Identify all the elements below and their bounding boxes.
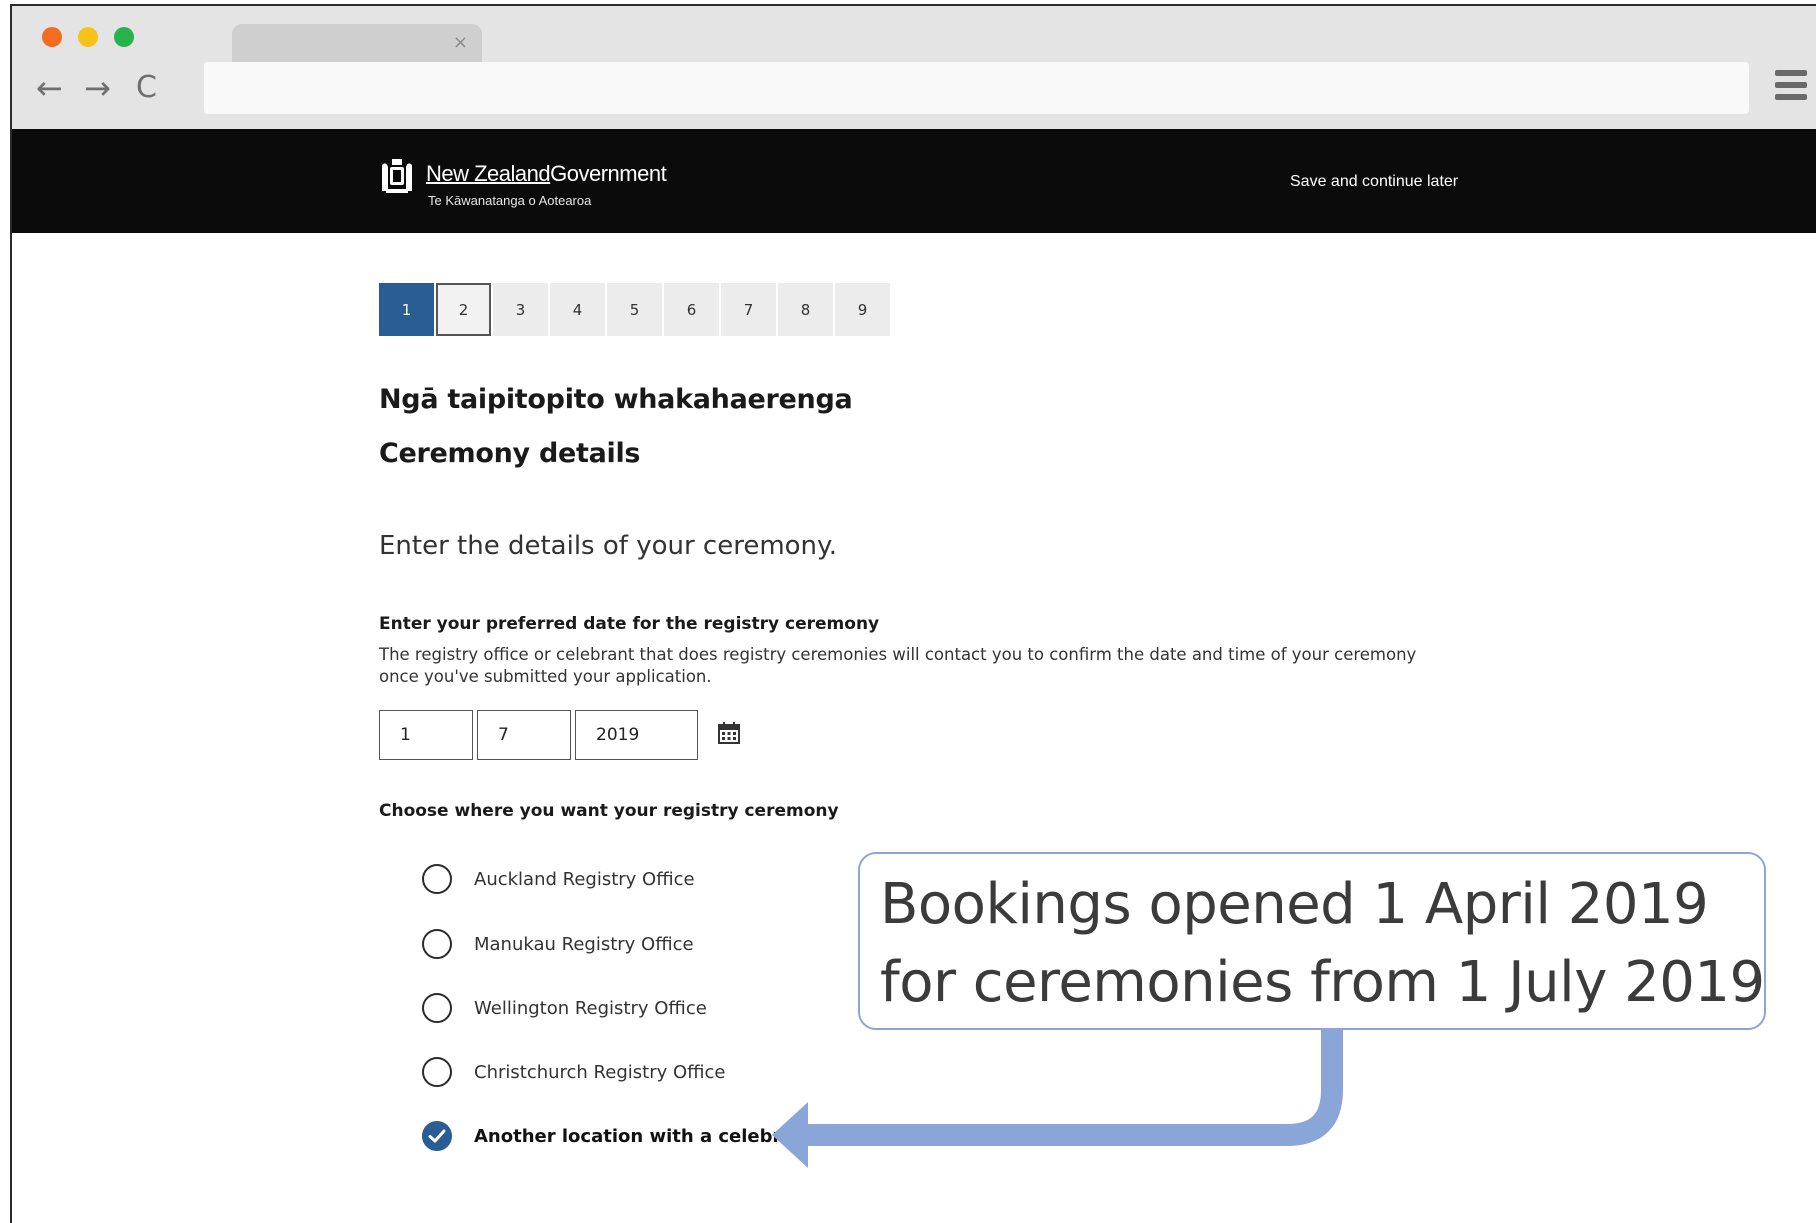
date-hint-line-2: once you've submitted your application. xyxy=(379,667,712,686)
step-6[interactable]: 6 xyxy=(664,283,719,336)
maximize-window-dot[interactable] xyxy=(114,27,134,47)
radio-button[interactable] xyxy=(422,993,452,1023)
step-7[interactable]: 7 xyxy=(721,283,776,336)
radio-button[interactable] xyxy=(422,1057,452,1087)
step-indicator: 1 2 3 4 5 6 7 8 9 xyxy=(379,283,890,336)
reload-icon[interactable]: C xyxy=(136,68,157,108)
calendar-icon[interactable] xyxy=(717,721,741,745)
callout-line-2: for ceremonies from 1 July 2019 xyxy=(880,950,1765,1015)
radio-option-auckland[interactable]: Auckland Registry Office xyxy=(422,864,695,894)
browser-chrome: × ← → C xyxy=(12,6,1816,129)
coat-of-arms-icon xyxy=(382,159,412,193)
step-5[interactable]: 5 xyxy=(607,283,662,336)
step-4[interactable]: 4 xyxy=(550,283,605,336)
browser-tab[interactable]: × xyxy=(232,24,482,64)
radio-option-christchurch[interactable]: Christchurch Registry Office xyxy=(422,1057,726,1087)
radio-label: Manukau Registry Office xyxy=(474,933,694,955)
radio-label: Christchurch Registry Office xyxy=(474,1061,726,1083)
address-bar[interactable] xyxy=(204,62,1749,114)
step-2[interactable]: 2 xyxy=(436,283,491,336)
radio-button[interactable] xyxy=(422,929,452,959)
radio-button-checked[interactable] xyxy=(422,1121,452,1151)
date-hint-line-1: The registry office or celebrant that do… xyxy=(379,645,1417,664)
step-9[interactable]: 9 xyxy=(835,283,890,336)
gov-name-part1: New Zealand xyxy=(426,161,551,186)
back-arrow-icon[interactable]: ← xyxy=(36,68,63,108)
browser-window: × ← → C New ZealandGovernment Te Kāwanat… xyxy=(10,4,1816,1223)
step-1[interactable]: 1 xyxy=(379,283,434,336)
step-8[interactable]: 8 xyxy=(778,283,833,336)
radio-label: Auckland Registry Office xyxy=(474,868,695,890)
step-3[interactable]: 3 xyxy=(493,283,548,336)
date-field-label: Enter your preferred date for the regist… xyxy=(379,614,880,634)
close-window-dot[interactable] xyxy=(42,27,62,47)
radio-label: Wellington Registry Office xyxy=(474,997,707,1019)
radio-option-wellington[interactable]: Wellington Registry Office xyxy=(422,993,707,1023)
date-month-input[interactable] xyxy=(477,710,571,760)
radio-label: Another location with a celebrant xyxy=(474,1125,815,1147)
government-subtitle: Te Kāwanatanga o Aotearoa xyxy=(428,193,592,208)
intro-text: Enter the details of your ceremony. xyxy=(379,531,837,561)
date-field-hint: The registry office or celebrant that do… xyxy=(379,644,1489,688)
page-title: Ceremony details xyxy=(379,438,641,469)
hamburger-menu-icon[interactable] xyxy=(1775,70,1807,104)
tab-close-icon[interactable]: × xyxy=(453,32,468,53)
site-header: New ZealandGovernment Te Kāwanatanga o A… xyxy=(12,129,1816,233)
annotation-callout: Bookings opened 1 April 2019 for ceremon… xyxy=(858,852,1766,1030)
location-field-label: Choose where you want your registry cere… xyxy=(379,801,839,821)
save-and-continue-link[interactable]: Save and continue later xyxy=(1290,173,1458,191)
radio-option-manukau[interactable]: Manukau Registry Office xyxy=(422,929,694,959)
date-day-input[interactable] xyxy=(379,710,473,760)
checkmark-icon xyxy=(428,1129,445,1142)
government-name[interactable]: New ZealandGovernment xyxy=(426,161,667,187)
callout-line-1: Bookings opened 1 April 2019 xyxy=(880,872,1709,937)
page-title-maori: Ngā taipitopito whakahaerenga xyxy=(379,384,853,415)
minimize-window-dot[interactable] xyxy=(78,27,98,47)
date-year-input[interactable] xyxy=(575,710,698,760)
forward-arrow-icon[interactable]: → xyxy=(84,68,111,108)
gov-name-part2: Government xyxy=(550,161,667,186)
radio-button[interactable] xyxy=(422,864,452,894)
radio-option-celebrant[interactable]: Another location with a celebrant xyxy=(422,1121,815,1151)
